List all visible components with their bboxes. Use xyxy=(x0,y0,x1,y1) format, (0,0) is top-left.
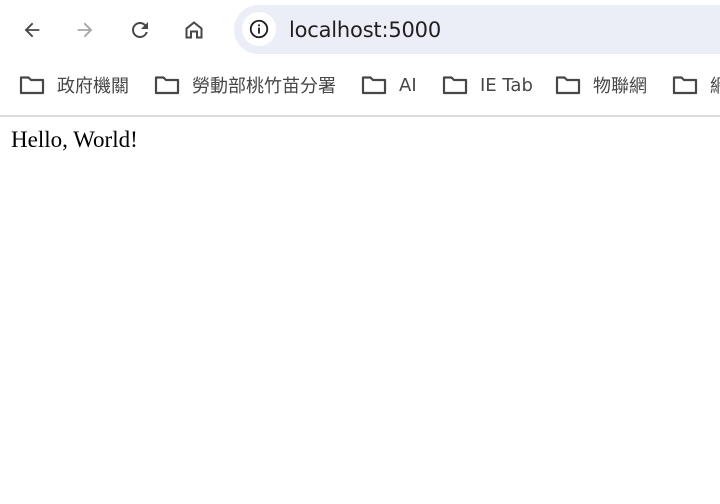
bookmark-folder-iot[interactable]: 物聯網 xyxy=(555,72,647,98)
home-button[interactable] xyxy=(175,11,213,49)
home-icon xyxy=(185,21,203,39)
bookmark-folder-net[interactable]: 網 xyxy=(672,72,720,98)
bookmark-folder-ietab[interactable]: IE Tab xyxy=(442,72,533,98)
forward-button[interactable] xyxy=(66,11,104,49)
arrow-right-icon xyxy=(77,22,93,38)
reload-button[interactable] xyxy=(121,11,159,49)
address-bar[interactable]: localhost:5000 xyxy=(234,5,720,54)
folder-icon xyxy=(361,76,387,95)
bookmark-folder-labor[interactable]: 勞動部桃竹苗分署 xyxy=(154,72,336,98)
folder-icon xyxy=(442,76,468,95)
info-icon xyxy=(249,19,269,39)
folder-icon xyxy=(555,76,581,95)
bookmarks-bar: 政府機關 勞動部桃竹苗分署 AI IE Tab 物聯網 網 xyxy=(0,60,720,115)
url-text[interactable]: localhost:5000 xyxy=(289,18,441,42)
browser-window: localhost:5000 政府機關 勞動部桃竹苗分署 AI IE Tab 物… xyxy=(0,0,720,504)
bookmark-folder-gov[interactable]: 政府機關 xyxy=(19,72,129,98)
browser-toolbar: localhost:5000 xyxy=(0,0,720,60)
bookmark-label: 勞動部桃竹苗分署 xyxy=(192,76,336,97)
arrow-left-icon xyxy=(24,22,40,38)
back-button[interactable] xyxy=(13,11,51,49)
reload-icon xyxy=(132,22,148,38)
folder-icon xyxy=(672,76,698,95)
folder-icon xyxy=(154,76,180,95)
bookmark-label: AI xyxy=(399,74,417,96)
folder-icon xyxy=(19,76,45,95)
bookmark-label: 政府機關 xyxy=(57,76,129,97)
bookmark-label: 物聯網 xyxy=(593,76,647,97)
page-body-text: Hello, World! xyxy=(11,127,138,152)
bookmark-label: IE Tab xyxy=(480,74,533,96)
site-info-button[interactable] xyxy=(242,12,276,46)
bookmark-label: 網 xyxy=(710,76,720,97)
bookmark-folder-ai[interactable]: AI xyxy=(361,72,417,98)
page-content: Hello, World! xyxy=(0,117,720,504)
